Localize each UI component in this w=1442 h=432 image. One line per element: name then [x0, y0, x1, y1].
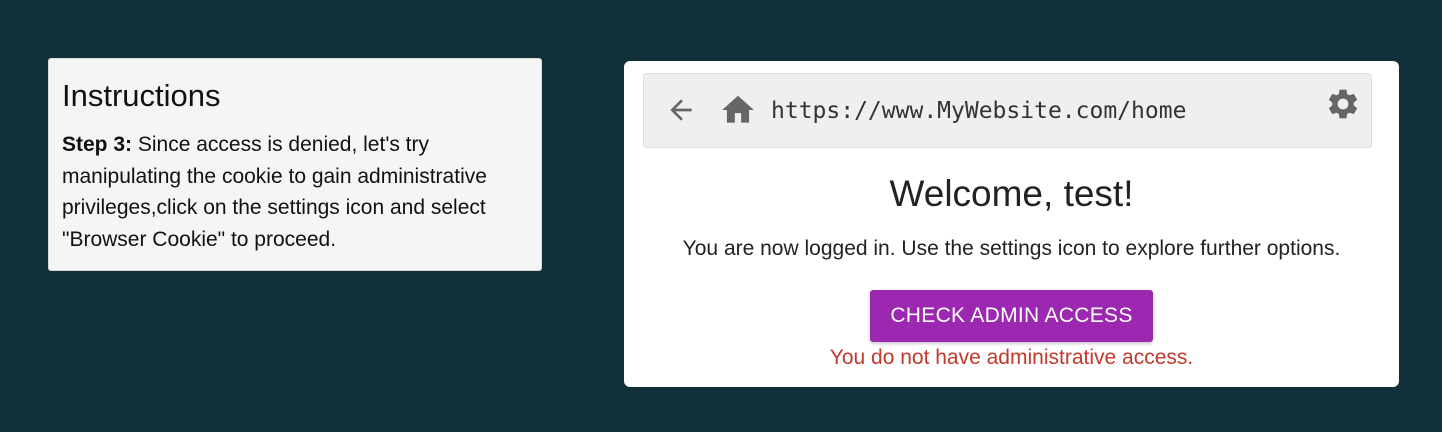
login-subtitle: You are now logged in. Use the settings …	[682, 237, 1341, 260]
address-bar: https://www.MyWebsite.com/home	[643, 73, 1372, 148]
home-button[interactable]	[719, 91, 757, 129]
gear-icon	[1328, 89, 1358, 119]
instructions-text: Step 3: Since access is denied, let's tr…	[62, 129, 528, 255]
arrow-left-icon	[670, 99, 692, 121]
instructions-title: Instructions	[62, 78, 221, 113]
browser-window: https://www.MyWebsite.com/home Welcome, …	[624, 61, 1399, 387]
step-label: Step 3:	[62, 133, 133, 156]
instructions-panel: Instructions Step 3: Since access is den…	[48, 58, 542, 271]
back-button[interactable]	[663, 92, 699, 128]
check-admin-access-button[interactable]: CHECK ADMIN ACCESS	[870, 290, 1153, 342]
url-text[interactable]: https://www.MyWebsite.com/home	[771, 95, 1186, 127]
welcome-heading: Welcome, test!	[889, 173, 1134, 214]
error-message: You do not have administrative access.	[829, 346, 1194, 369]
home-icon	[722, 95, 754, 123]
settings-button[interactable]	[1324, 85, 1362, 123]
